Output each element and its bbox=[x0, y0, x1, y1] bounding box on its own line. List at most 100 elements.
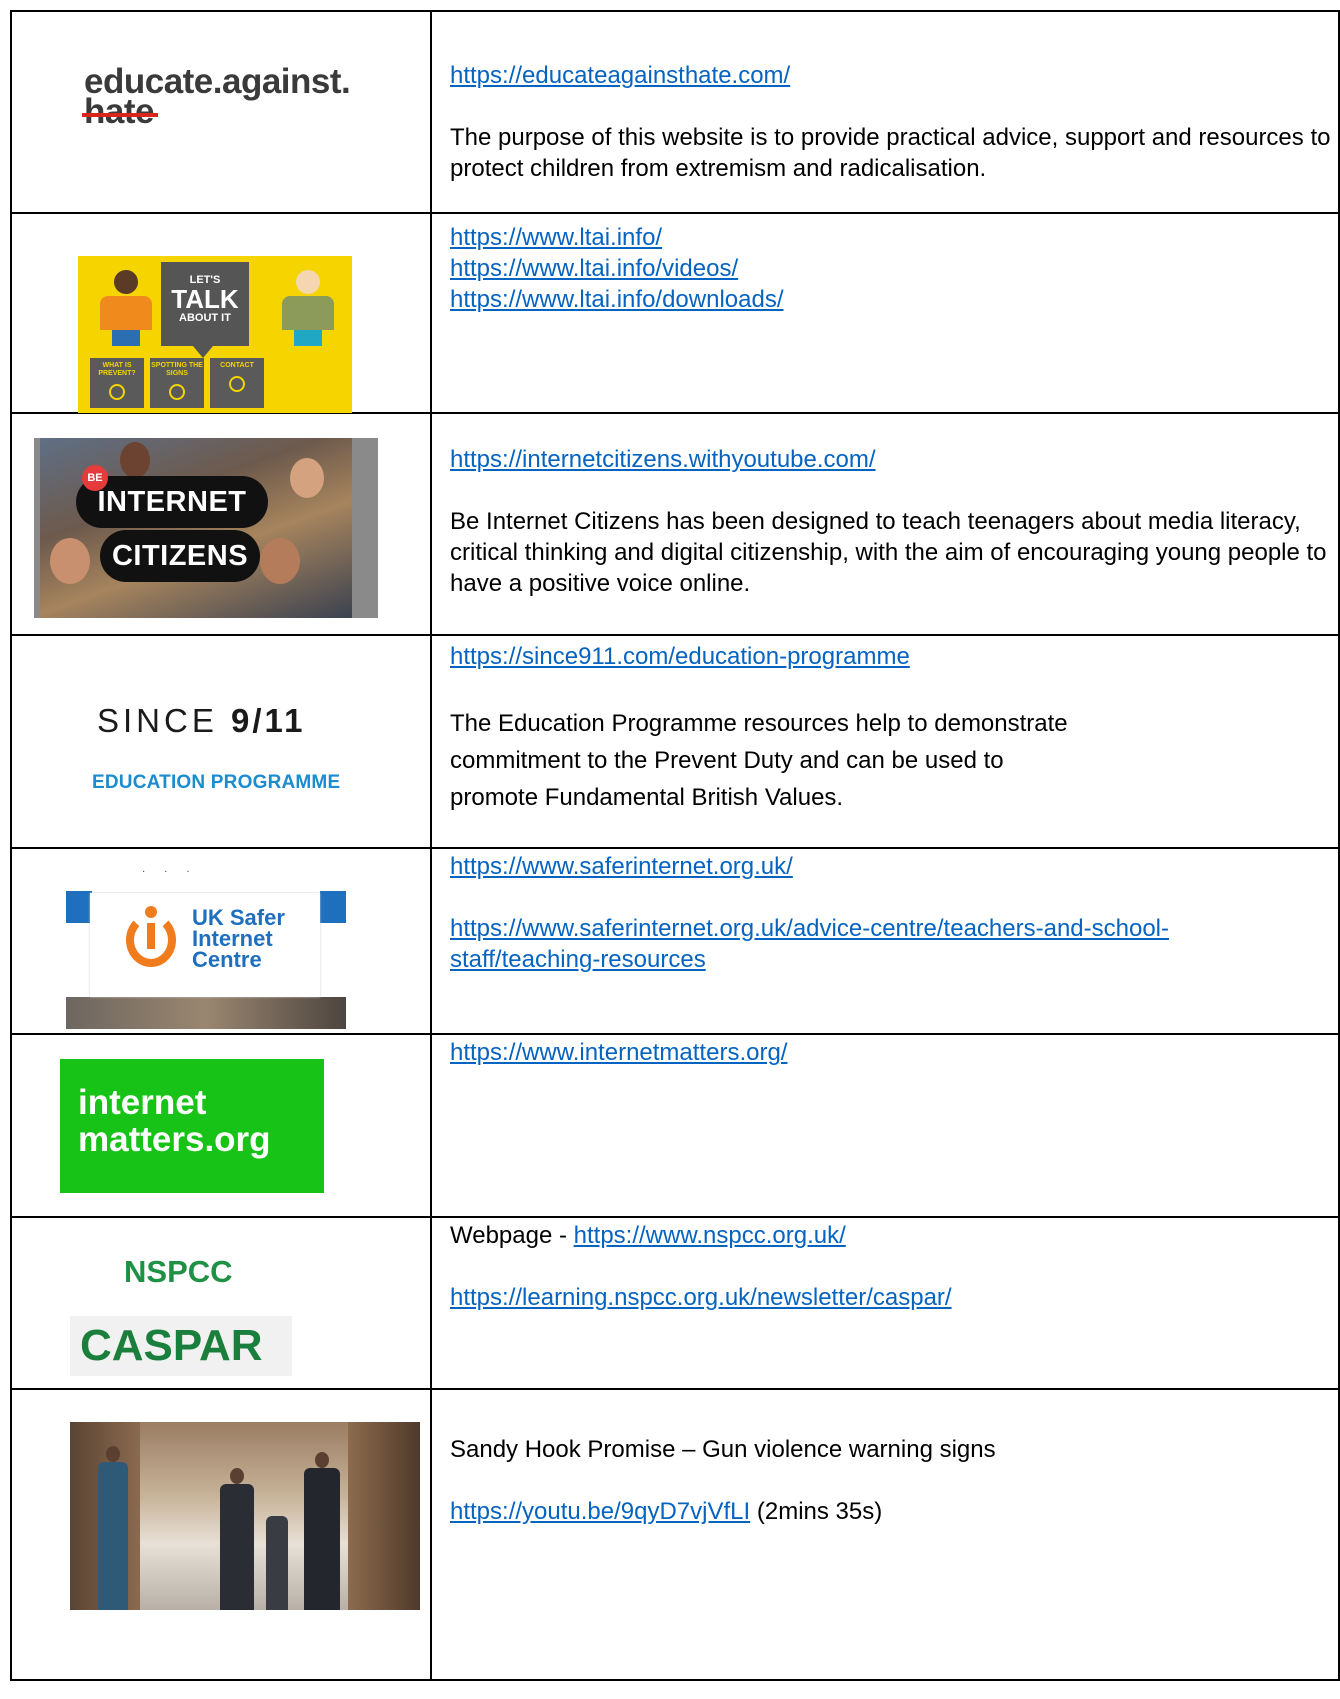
resource-link[interactable]: https://internetcitizens.withyoutube.com… bbox=[450, 446, 876, 473]
logo-line: matters.org bbox=[78, 1120, 271, 1159]
power-icon-stem bbox=[147, 923, 155, 949]
description-line: commitment to the Prevent Duty and can b… bbox=[450, 747, 1004, 774]
description: Be Internet Citizens has been designed t… bbox=[450, 508, 1327, 597]
logo-line: internet bbox=[78, 1083, 207, 1122]
photo-strip bbox=[66, 997, 346, 1029]
logo-cell: SINCE 9/11 EDUCATION PROGRAMME bbox=[10, 634, 432, 849]
logo-cell: INTERNET CITIZENS BE bbox=[10, 412, 432, 636]
hallway-wall bbox=[348, 1422, 420, 1610]
info-cell: https://www.ltai.info/ https://www.ltai.… bbox=[430, 212, 1340, 414]
chat-icon bbox=[229, 376, 245, 392]
table-row: Sandy Hook Promise – Gun violence warnin… bbox=[10, 1388, 1340, 1681]
educate-against-hate-logo: educate.against. hate bbox=[82, 64, 351, 131]
video-link[interactable]: https://youtu.be/9qyD7vjVfLI bbox=[450, 1498, 750, 1525]
logo-line: UK Safer bbox=[192, 905, 285, 930]
face bbox=[290, 458, 324, 498]
blue-bar bbox=[66, 891, 92, 923]
crowd-photo: INTERNET CITIZENS BE bbox=[40, 438, 352, 618]
video-title: Sandy Hook Promise – Gun violence warnin… bbox=[450, 1436, 996, 1463]
caspar-logo: CASPAR bbox=[70, 1316, 292, 1376]
info-cell: Webpage - https://www.nspcc.org.uk/ http… bbox=[430, 1216, 1340, 1390]
info-cell: https://since911.com/education-programme… bbox=[430, 634, 1340, 849]
logo-text: UK Safer Internet Centre bbox=[192, 905, 285, 972]
blue-bar bbox=[320, 891, 346, 923]
nspcc-logo: NSPCC bbox=[124, 1254, 233, 1289]
logo-line: Internet bbox=[192, 926, 273, 951]
tile-label: WHAT IS PREVENT? bbox=[98, 362, 136, 377]
be-internet-citizens-logo: INTERNET CITIZENS BE bbox=[34, 438, 378, 618]
description-line: promote Fundamental British Values. bbox=[450, 784, 844, 811]
logo-text: 9/11 bbox=[231, 702, 306, 739]
tile-contact: CONTACT bbox=[210, 358, 264, 408]
cropped-text: · · · bbox=[142, 866, 198, 877]
student-head bbox=[315, 1452, 329, 1468]
logo-cell bbox=[10, 1388, 432, 1681]
figure-left-head bbox=[114, 270, 138, 294]
tile-what-is-prevent: WHAT IS PREVENT? bbox=[90, 358, 144, 408]
resource-link[interactable]: https://www.ltai.info/downloads/ bbox=[450, 286, 784, 313]
face bbox=[50, 538, 90, 584]
figure-left-body bbox=[100, 296, 152, 330]
tile-label: SPOTTING THE SIGNS bbox=[151, 362, 203, 377]
logo-line: Centre bbox=[192, 947, 262, 972]
resource-link[interactable]: https://www.nspcc.org.uk/ bbox=[574, 1222, 846, 1249]
resource-link[interactable]: https://learning.nspcc.org.uk/newsletter… bbox=[450, 1284, 952, 1311]
info-cell: Sandy Hook Promise – Gun violence warnin… bbox=[430, 1388, 1340, 1681]
resource-table: educate.against. hate https://educateaga… bbox=[10, 10, 1340, 1681]
since-911-logo: SINCE 9/11 bbox=[97, 702, 305, 740]
power-icon-dot bbox=[145, 906, 157, 918]
logo-panel: UK Safer Internet Centre bbox=[90, 893, 320, 997]
student-head bbox=[106, 1446, 120, 1462]
figure-right-legs bbox=[294, 330, 322, 346]
citizens-pill: CITIZENS bbox=[100, 530, 260, 582]
student-head bbox=[230, 1468, 244, 1484]
logo-cell: LET'S TALK ABOUT IT WHAT IS PREVENT? SPO… bbox=[10, 212, 432, 414]
logo-cell: NSPCC CASPAR bbox=[10, 1216, 432, 1390]
figure-right-body bbox=[282, 296, 334, 330]
logo-text-struck: hate bbox=[82, 92, 158, 131]
resource-link[interactable]: https://www.saferinternet.org.uk/ bbox=[450, 853, 793, 880]
figure-left-legs bbox=[112, 330, 140, 346]
tile-label: CONTACT bbox=[220, 362, 254, 369]
lets-talk-about-it-logo: LET'S TALK ABOUT IT WHAT IS PREVENT? SPO… bbox=[78, 256, 352, 413]
table-row: educate.against. hate https://educateaga… bbox=[10, 10, 1340, 214]
table-row: LET'S TALK ABOUT IT WHAT IS PREVENT? SPO… bbox=[10, 212, 1340, 414]
speech-bubble: LET'S TALK ABOUT IT bbox=[161, 262, 249, 346]
video-duration: (2mins 35s) bbox=[750, 1498, 883, 1525]
uk-safer-internet-centre-logo: · · · UK Safer Internet Centre bbox=[66, 863, 346, 1029]
student-figure bbox=[266, 1516, 288, 1610]
logo-cell: internet matters.org bbox=[10, 1033, 432, 1218]
link-part: https://www.saferinternet.org.uk/advice-… bbox=[450, 915, 1170, 942]
resource-link[interactable]: https://www.saferinternet.org.uk/advice-… bbox=[450, 915, 1169, 973]
resource-link[interactable]: https://www.internetmatters.org/ bbox=[450, 1039, 787, 1066]
tile-spotting-signs: SPOTTING THE SIGNS bbox=[150, 358, 204, 408]
table-row: INTERNET CITIZENS BE https://internetcit… bbox=[10, 412, 1340, 636]
resource-link[interactable]: https://www.ltai.info/ bbox=[450, 224, 662, 251]
student-figure bbox=[98, 1462, 128, 1610]
bubble-tail bbox=[193, 346, 213, 358]
description-line: The Education Programme resources help t… bbox=[450, 710, 1068, 737]
table-row: SINCE 9/11 EDUCATION PROGRAMME https://s… bbox=[10, 634, 1340, 849]
internet-matters-logo: internet matters.org bbox=[60, 1059, 324, 1193]
link-part: staff/teaching-resources bbox=[450, 946, 706, 973]
face bbox=[260, 538, 300, 584]
education-programme-label: EDUCATION PROGRAMME bbox=[92, 772, 341, 793]
info-cell: https://internetcitizens.withyoutube.com… bbox=[430, 412, 1340, 636]
logo-cell: educate.against. hate bbox=[10, 10, 432, 214]
face bbox=[120, 442, 150, 478]
info-cell: https://educateagainsthate.com/ The purp… bbox=[430, 10, 1340, 214]
shield-icon bbox=[109, 384, 125, 400]
logo-text: SINCE bbox=[97, 702, 232, 739]
info-cell: https://www.internetmatters.org/ bbox=[430, 1033, 1340, 1218]
resource-link[interactable]: https://since911.com/education-programme bbox=[450, 643, 910, 670]
webpage-label: Webpage - bbox=[450, 1222, 574, 1249]
be-badge: BE bbox=[82, 465, 108, 491]
sandy-hook-video-thumbnail bbox=[70, 1422, 420, 1610]
figure-right-head bbox=[296, 270, 320, 294]
student-figure bbox=[304, 1468, 340, 1610]
table-row: internet matters.org https://www.interne… bbox=[10, 1033, 1340, 1218]
eye-icon bbox=[169, 384, 185, 400]
resource-link[interactable]: https://educateagainsthate.com/ bbox=[450, 62, 790, 89]
bubble-text: TALK bbox=[171, 284, 239, 314]
resource-link[interactable]: https://www.ltai.info/videos/ bbox=[450, 255, 738, 282]
